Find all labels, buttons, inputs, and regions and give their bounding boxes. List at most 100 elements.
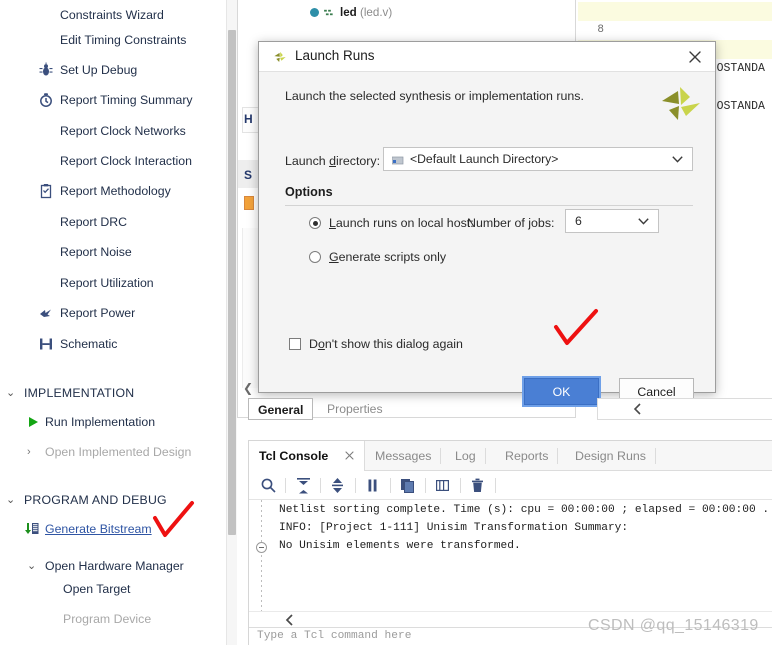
nav-item-report-noise[interactable]: Report Noise — [0, 237, 226, 267]
tab-general[interactable]: General — [248, 398, 314, 420]
nav-item-label: Report DRC — [60, 215, 127, 229]
scroll-left-icon[interactable] — [283, 613, 297, 627]
dialog-description: Launch the selected synthesis or impleme… — [285, 89, 584, 103]
nav-section-label: PROGRAM AND DEBUG — [24, 493, 167, 507]
trash-icon[interactable] — [469, 477, 486, 494]
power-icon — [38, 305, 54, 321]
close-icon[interactable] — [343, 449, 356, 462]
source-row-led[interactable]: led (led.v) — [238, 2, 575, 23]
dialog-title-bar: Launch Runs — [259, 42, 715, 72]
launch-directory-value: <Default Launch Directory> — [410, 152, 559, 166]
fold-toggle-icon[interactable] — [256, 542, 267, 553]
nav-item-open-implemented-design[interactable]: › Open Implemented Design — [0, 437, 226, 467]
source-suffix: (led.v) — [360, 6, 393, 19]
nav-item-label: Set Up Debug — [60, 63, 138, 77]
clock-icon — [38, 92, 54, 108]
nav-item-label: Open Target — [63, 582, 131, 596]
nav-item-label: Schematic — [60, 337, 118, 351]
nav-item-open-target[interactable]: Open Target — [0, 574, 226, 604]
nav-item-label: Report Noise — [60, 245, 132, 259]
nav-item-label: Edit Timing Constraints — [60, 33, 187, 47]
watermark-text: CSDN @qq_15146319 — [588, 617, 759, 634]
launch-directory-label: Launch directory: — [285, 154, 380, 168]
nav-item-report-methodology[interactable]: Report Methodology — [0, 176, 226, 206]
nav-item-schematic[interactable]: Schematic — [0, 329, 226, 359]
console-toolbar — [249, 471, 772, 500]
console-output: Netlist sorting complete. Time (s): cpu … — [249, 500, 772, 611]
chevron-down-icon: ⌄ — [6, 387, 16, 399]
tab-messages[interactable]: Messages — [365, 441, 442, 471]
copy-icon[interactable] — [399, 477, 416, 494]
right-panel-stub — [597, 398, 772, 420]
dont-show-key: o — [317, 337, 325, 351]
search-icon[interactable] — [260, 477, 277, 494]
expand-all-icon[interactable] — [329, 477, 346, 494]
clipboard-check-icon — [38, 183, 54, 199]
launch-directory-combo[interactable]: <Default Launch Directory> — [383, 147, 693, 171]
launch-runs-dialog: Launch Runs Launch the selected synthesi… — [258, 41, 716, 407]
close-icon[interactable] — [685, 47, 705, 67]
console-line: INFO: [Project 1-111] Unisim Transformat… — [279, 522, 629, 534]
nav-item-report-timing-summary[interactable]: Report Timing Summary — [0, 85, 226, 115]
tab-label: Design Runs — [575, 449, 646, 463]
dialog-body: Launch the selected synthesis or impleme… — [259, 72, 715, 407]
nav-item-report-power[interactable]: Report Power — [0, 298, 226, 328]
property-tabs: General Properties — [248, 398, 573, 420]
number-of-jobs-combo[interactable]: 6 — [565, 209, 659, 233]
scroll-left-icon[interactable]: ❮ — [243, 381, 253, 395]
tab-properties[interactable]: Properties — [318, 398, 392, 420]
nav-item-edit-timing-constraints[interactable]: Edit Timing Constraints — [0, 25, 226, 55]
pause-icon[interactable] — [364, 477, 381, 494]
folder-icon — [392, 155, 404, 165]
nav-item-report-utilization[interactable]: Report Utilization — [0, 268, 226, 298]
nav-item-set-up-debug[interactable]: Set Up Debug — [0, 55, 226, 85]
radio-label-key: G — [329, 250, 339, 264]
launch-directory-label-key: d — [329, 154, 336, 168]
flow-navigator: Constraints Wizard Edit Timing Constrain… — [0, 0, 226, 645]
collapse-all-icon[interactable] — [295, 477, 312, 494]
options-heading: Options — [285, 185, 333, 199]
nav-item-label: Run Implementation — [45, 415, 156, 429]
nav-item-run-implementation[interactable]: Run Implementation — [0, 407, 226, 437]
launch-directory-label-pre: Launch — [285, 154, 330, 168]
flow-navigator-scrollbar[interactable] — [226, 0, 237, 645]
bitstream-icon — [24, 521, 40, 537]
nav-item-report-clock-interaction[interactable]: Report Clock Interaction — [0, 146, 226, 176]
nav-item-label: Generate Bitstream — [45, 522, 152, 536]
nav-item-label: Report Power — [60, 306, 136, 320]
tab-reports[interactable]: Reports — [495, 441, 559, 471]
module-icon — [310, 8, 319, 17]
console-line: No Unisim elements were transformed. — [279, 540, 521, 552]
radio-button[interactable] — [309, 217, 321, 229]
fold-rail — [261, 500, 262, 611]
scroll-left-icon[interactable] — [632, 402, 644, 416]
nav-item-report-drc[interactable]: Report DRC — [0, 207, 226, 237]
dont-show-again-label: Don't show this dialog again — [309, 337, 463, 351]
chevron-down-icon[interactable] — [638, 218, 649, 225]
dont-show-pre: D — [309, 337, 318, 351]
obscured-status-icon — [244, 196, 254, 210]
line-number: 8 — [597, 24, 604, 36]
columns-icon[interactable] — [434, 477, 451, 494]
tab-log[interactable]: Log — [445, 441, 486, 471]
nav-item-program-device[interactable]: Program Device — [0, 604, 226, 634]
nav-item-label: Report Clock Networks — [60, 124, 186, 138]
play-icon — [25, 414, 41, 430]
tab-label: Messages — [375, 449, 432, 463]
nav-section-program-and-debug[interactable]: ⌄ PROGRAM AND DEBUG — [0, 485, 226, 515]
radio-button[interactable] — [309, 251, 321, 263]
dialog-title: Launch Runs — [295, 48, 375, 63]
obscured-letter-2: H — [244, 112, 253, 126]
chevron-right-icon: › — [27, 446, 31, 458]
nav-section-implementation[interactable]: ⌄ IMPLEMENTATION — [0, 378, 226, 408]
nav-item-report-clock-networks[interactable]: Report Clock Networks — [0, 116, 226, 146]
nav-item-label: Report Clock Interaction — [60, 154, 192, 168]
console-input-placeholder: Type a Tcl command here — [257, 630, 412, 642]
tab-label: Reports — [505, 449, 549, 463]
chevron-down-icon[interactable] — [672, 156, 683, 163]
checkbox[interactable] — [289, 338, 301, 350]
nav-item-generate-bitstream[interactable]: Generate Bitstream — [0, 514, 226, 544]
scrollbar-thumb[interactable] — [228, 30, 236, 535]
tab-design-runs[interactable]: Design Runs — [565, 441, 656, 471]
verilog-file-icon — [324, 8, 335, 17]
